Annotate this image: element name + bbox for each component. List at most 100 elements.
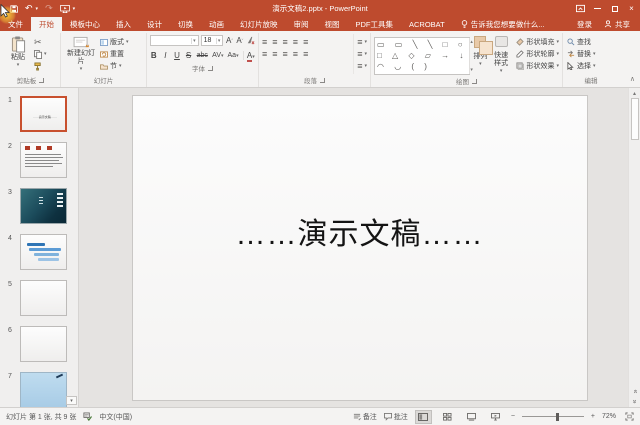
clipboard-dialog-launcher[interactable]	[39, 77, 45, 83]
bold-button[interactable]: B	[150, 51, 158, 60]
tab-view[interactable]: 视图	[317, 17, 348, 31]
justify-button[interactable]: ≡	[293, 50, 298, 59]
copy-button[interactable]: ▾	[34, 49, 47, 59]
format-painter-button[interactable]	[34, 61, 47, 71]
notes-button[interactable]: 备注	[353, 412, 377, 422]
tab-insert[interactable]: 插入	[108, 17, 139, 31]
section-button[interactable]: 节 ▾	[100, 61, 129, 71]
tab-file[interactable]: 文件	[0, 17, 31, 31]
tab-template-center[interactable]: 模板中心	[62, 17, 108, 31]
layout-button[interactable]: 版式 ▾	[100, 37, 129, 47]
columns-button[interactable]: ≡	[303, 50, 308, 59]
grow-font-button[interactable]: Aˆ	[225, 36, 233, 45]
cut-button[interactable]: ✂	[34, 37, 47, 47]
current-slide[interactable]: ……演示文稿……	[131, 95, 588, 401]
previous-slide-button[interactable]: «	[631, 390, 638, 394]
new-slide-button[interactable]: 新建幻灯片 ▾	[64, 34, 98, 74]
smartart-convert-button[interactable]: ≡ ▾	[357, 61, 367, 71]
change-case-button[interactable]: Aa▾	[228, 52, 239, 59]
font-dialog-launcher[interactable]	[208, 65, 213, 71]
shape-fill-button[interactable]: 形状填充 ▾	[515, 37, 559, 47]
shape-gallery-row[interactable]: ◠ ◡ ( )	[377, 63, 467, 71]
next-slide-button[interactable]: «	[631, 400, 638, 404]
thumbnail-slide-7[interactable]	[20, 372, 67, 407]
undo-dropdown-icon[interactable]: ▾	[36, 6, 39, 12]
paragraph-dialog-launcher[interactable]	[320, 77, 325, 83]
select-button[interactable]: 选择 ▾	[566, 61, 616, 71]
tab-pdf-tools[interactable]: PDF工具集	[348, 17, 402, 31]
slideshow-view-button[interactable]	[487, 410, 504, 424]
tab-design[interactable]: 设计	[139, 17, 170, 31]
underline-button[interactable]: U	[173, 51, 181, 60]
line-spacing-button[interactable]: ≡	[303, 38, 308, 47]
align-text-button[interactable]: ≡ ▾	[357, 49, 367, 59]
thumbnail-item-3[interactable]: 3	[0, 188, 78, 224]
paste-button[interactable]: 粘贴 ▾	[4, 34, 32, 74]
shape-gallery-row[interactable]: ▭ ▭ ╲ ╲ □ ○	[377, 40, 467, 49]
save-icon[interactable]	[10, 4, 18, 13]
thumbnail-slide-5[interactable]	[20, 280, 67, 316]
character-spacing-button[interactable]: AV▾	[212, 52, 223, 59]
thumbnail-slide-2[interactable]	[20, 142, 67, 178]
thumbnail-item-4[interactable]: 4	[0, 234, 78, 270]
language-indicator[interactable]: 中文(中国)	[99, 412, 132, 422]
slide-number-indicator[interactable]: 幻灯片 第 1 张, 共 9 张	[6, 412, 76, 422]
find-button[interactable]: 查找	[566, 37, 616, 47]
normal-view-button[interactable]	[414, 409, 432, 424]
close-button[interactable]: ×	[623, 0, 640, 17]
thumbnail-slide-4[interactable]	[20, 234, 67, 270]
fit-slide-to-window-button[interactable]	[625, 412, 634, 421]
tab-home[interactable]: 开始	[31, 17, 62, 31]
align-left-button[interactable]: ≡	[262, 50, 267, 59]
thumbnail-slide-6[interactable]	[20, 326, 67, 362]
thumbnail-item-2[interactable]: 2	[0, 142, 78, 178]
tab-slideshow[interactable]: 幻灯片放映	[232, 17, 286, 31]
zoom-in-button[interactable]: +	[591, 413, 595, 420]
zoom-slider[interactable]	[521, 412, 584, 421]
shape-gallery-row[interactable]: □ △ ◇ ▱ → ↓	[377, 51, 467, 60]
comments-button[interactable]: 批注	[383, 412, 408, 422]
thumbnail-item-1[interactable]: 1 ……演示文稿……	[0, 96, 78, 132]
arrange-button[interactable]: 排列 ▾	[472, 34, 494, 75]
reading-view-button[interactable]	[463, 410, 480, 424]
slide-sorter-view-button[interactable]	[439, 410, 456, 424]
shapes-gallery[interactable]: ▭ ▭ ╲ ╲ □ ○ □ △ ◇ ▱ → ↓ ◠ ◡ ( ) ▴ ▾	[374, 37, 473, 75]
shape-outline-button[interactable]: 形状轮廓 ▾	[515, 49, 559, 59]
thumbnail-slide-3[interactable]	[20, 188, 67, 224]
quick-styles-button[interactable]: 快速样式 ▾	[491, 34, 512, 75]
scrollbar-thumb[interactable]	[630, 98, 639, 140]
zoom-out-button[interactable]: −	[511, 413, 515, 420]
share-button[interactable]: 共享	[600, 17, 640, 31]
sign-in-button[interactable]: 登录	[569, 17, 600, 31]
tell-me-box[interactable]: 告诉我您想要做什么...	[453, 17, 553, 31]
start-slideshow-icon[interactable]	[59, 4, 70, 13]
reset-button[interactable]: 重置	[100, 49, 129, 59]
undo-button[interactable]: ↶	[25, 4, 33, 13]
drawing-dialog-launcher[interactable]	[472, 78, 477, 84]
align-center-button[interactable]: ≡	[272, 50, 277, 59]
tab-transitions[interactable]: 切换	[170, 17, 201, 31]
thumbnail-item-6[interactable]: 6	[0, 326, 78, 362]
zoom-level[interactable]: 72%	[602, 413, 618, 420]
vertical-scrollbar[interactable]: ▴ « «	[628, 88, 640, 407]
scroll-up-icon[interactable]: ▴	[633, 88, 636, 98]
customize-qat-icon[interactable]: ▾	[73, 6, 76, 12]
minimize-button[interactable]	[589, 0, 606, 17]
slide-title-text[interactable]: ……演示文稿……	[236, 209, 484, 287]
font-color-button[interactable]: A▾	[242, 51, 255, 62]
spell-check-icon[interactable]	[83, 412, 93, 421]
align-right-button[interactable]: ≡	[283, 50, 288, 59]
text-direction-button[interactable]: ≡ ▾	[357, 37, 367, 47]
strikethrough-button[interactable]: abc	[196, 52, 208, 59]
tab-animations[interactable]: 动画	[201, 17, 232, 31]
maximize-button[interactable]	[606, 0, 623, 17]
tab-review[interactable]: 审阅	[286, 17, 317, 31]
italic-button[interactable]: I	[162, 51, 170, 60]
font-name-combo[interactable]: ▾	[150, 35, 199, 46]
shape-effects-button[interactable]: 形状效果 ▾	[515, 61, 559, 71]
decrease-indent-button[interactable]: ≡	[283, 38, 288, 47]
thumbnail-scroll-down-button[interactable]: ▾	[66, 396, 77, 405]
shrink-font-button[interactable]: Aˇ	[236, 36, 244, 45]
font-size-combo[interactable]: 18 ▾	[200, 35, 224, 46]
zoom-slider-thumb[interactable]	[556, 412, 559, 421]
